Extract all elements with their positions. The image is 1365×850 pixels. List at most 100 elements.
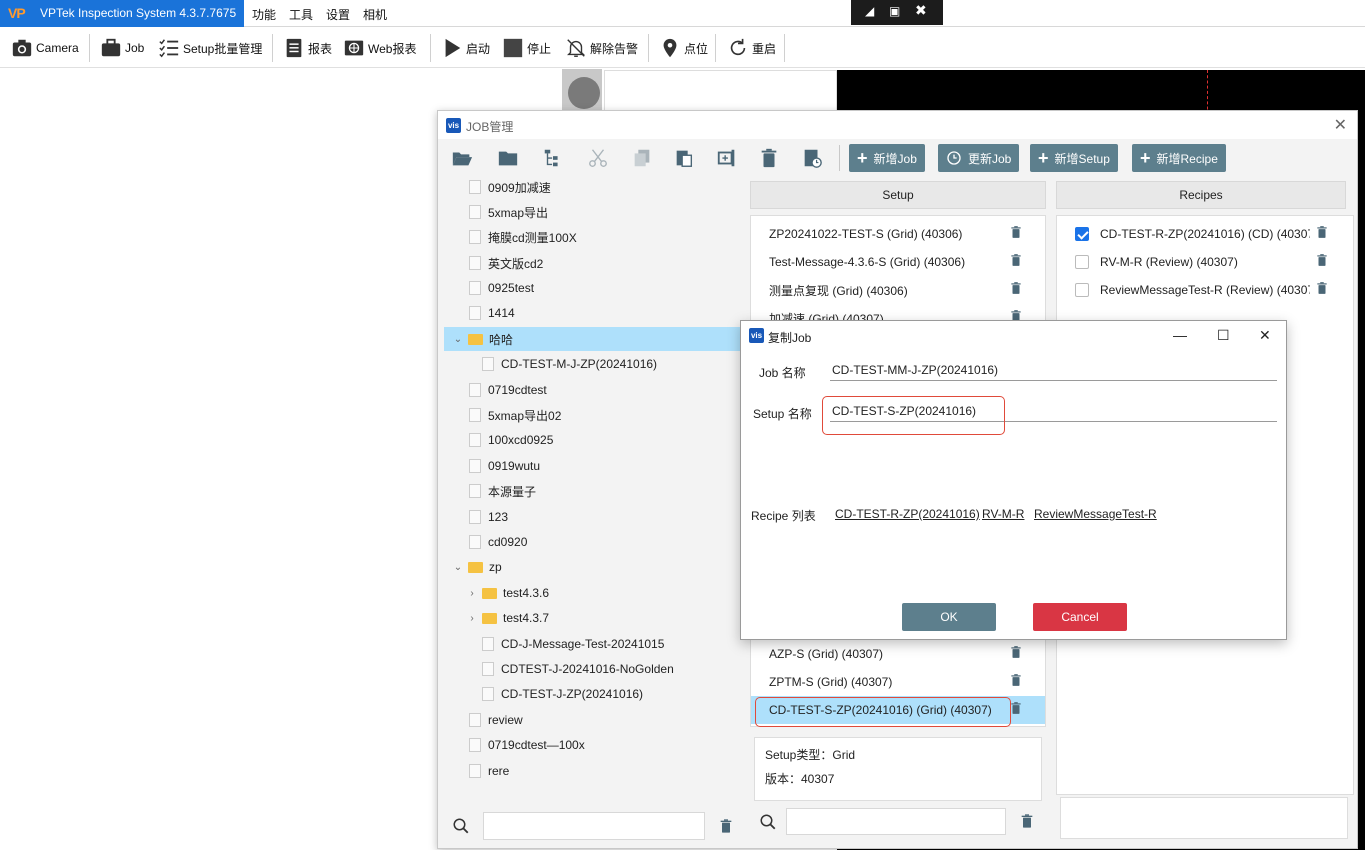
- list-item[interactable]: Test-Message-4.3.6-S (Grid) (40306): [751, 248, 1045, 276]
- tree-item[interactable]: rere: [444, 759, 740, 783]
- tree-folder[interactable]: ⌄ zp: [444, 555, 740, 579]
- tree-item[interactable]: CD-J-Message-Test-20241015: [444, 632, 740, 656]
- tree-item[interactable]: CD-TEST-M-J-ZP(20241016): [444, 352, 740, 376]
- update-job-button[interactable]: 更新Job: [938, 144, 1020, 172]
- tree-item[interactable]: 英文版cd2: [444, 251, 740, 275]
- close-icon[interactable]: ✖: [915, 2, 927, 19]
- pin-icon[interactable]: ◢: [865, 4, 874, 18]
- menu-function[interactable]: 功能: [252, 6, 276, 23]
- copy-icon[interactable]: [631, 147, 653, 169]
- trash-icon[interactable]: [1019, 812, 1035, 830]
- tree-icon[interactable]: [542, 147, 564, 169]
- tree-item[interactable]: cd0920: [444, 530, 740, 554]
- list-item[interactable]: AZP-S (Grid) (40307): [751, 640, 1045, 668]
- tree-item[interactable]: 0719cdtest—100x: [444, 733, 740, 757]
- list-item[interactable]: CD-TEST-R-ZP(20241016) (CD) (40307): [1057, 220, 1353, 248]
- close-icon[interactable]: ✕: [1334, 115, 1347, 135]
- tree-item[interactable]: review: [444, 708, 740, 732]
- recipe-link[interactable]: ReviewMessageTest-R: [1034, 507, 1157, 521]
- tree-item[interactable]: 5xmap导出: [444, 200, 740, 224]
- trash-icon[interactable]: [1009, 280, 1023, 296]
- camera-button[interactable]: Camera: [11, 34, 79, 62]
- search-icon[interactable]: [759, 813, 777, 831]
- tree-item[interactable]: 0925test: [444, 276, 740, 300]
- trash-icon[interactable]: [1315, 252, 1329, 268]
- menu-camera[interactable]: 相机: [363, 6, 387, 23]
- folder-icon[interactable]: [497, 147, 519, 169]
- trash-icon[interactable]: [1009, 700, 1023, 716]
- tree-item-label: test4.3.6: [503, 586, 550, 600]
- tree-item[interactable]: CDTEST-J-20241016-NoGolden: [444, 657, 740, 681]
- duplicate-icon[interactable]: [716, 147, 738, 169]
- menu-tools[interactable]: 工具: [289, 6, 313, 23]
- maximize-icon[interactable]: ☐: [1217, 327, 1230, 344]
- cut-icon[interactable]: [587, 147, 609, 169]
- menu-settings[interactable]: 设置: [326, 6, 350, 23]
- tree-search-input[interactable]: [483, 812, 705, 840]
- add-job-button[interactable]: + 新增Job: [849, 144, 925, 172]
- setup-search-input[interactable]: [786, 808, 1006, 835]
- chevron-right-icon[interactable]: ›: [466, 613, 478, 624]
- list-item[interactable]: ZP20241022-TEST-S (Grid) (40306): [751, 220, 1045, 248]
- tree-item[interactable]: 123: [444, 505, 740, 529]
- trash-icon[interactable]: [1009, 672, 1023, 688]
- restart-button[interactable]: 重启: [727, 34, 776, 62]
- trash-icon[interactable]: [1315, 280, 1329, 296]
- tree-folder[interactable]: ⌄ 哈哈: [444, 327, 740, 351]
- list-item[interactable]: RV-M-R (Review) (40307): [1057, 248, 1353, 276]
- tree-item-label: 0719cdtest—100x: [488, 738, 585, 752]
- history-icon[interactable]: [801, 147, 823, 169]
- search-icon[interactable]: [452, 817, 470, 835]
- open-folder-icon[interactable]: [451, 147, 473, 169]
- screen-icon[interactable]: ▣: [889, 4, 900, 18]
- toolbar-divider: [89, 34, 90, 62]
- chevron-down-icon[interactable]: ⌄: [452, 562, 464, 573]
- trash-icon[interactable]: [1009, 644, 1023, 660]
- clear-alarm-button[interactable]: 解除告警: [565, 34, 638, 62]
- paste-icon[interactable]: [673, 147, 695, 169]
- close-icon[interactable]: ✕: [1259, 327, 1271, 344]
- recipe-link[interactable]: CD-TEST-R-ZP(20241016): [835, 507, 980, 521]
- tree-item[interactable]: 100xcd0925: [444, 428, 740, 452]
- tree-item[interactable]: 0719cdtest: [444, 378, 740, 402]
- report-icon: [286, 38, 302, 58]
- trash-icon[interactable]: [1315, 224, 1329, 240]
- chevron-down-icon[interactable]: ⌄: [452, 334, 464, 345]
- job-name-input[interactable]: CD-TEST-MM-J-ZP(20241016): [830, 359, 1277, 381]
- setup-batch-button[interactable]: Setup批量管理: [158, 34, 262, 62]
- trash-icon[interactable]: [718, 817, 734, 835]
- cancel-button[interactable]: Cancel: [1033, 603, 1127, 631]
- stop-button[interactable]: 停止: [502, 34, 551, 62]
- add-recipe-button[interactable]: + 新增Recipe: [1132, 144, 1226, 172]
- window-titlebar[interactable]: vis JOB管理 ✕: [438, 111, 1357, 139]
- chevron-right-icon[interactable]: ›: [466, 588, 478, 599]
- start-button[interactable]: 启动: [441, 34, 490, 62]
- tree-item[interactable]: 0919wutu: [444, 454, 740, 478]
- recipe-checkbox[interactable]: [1075, 227, 1089, 241]
- tree-item[interactable]: 5xmap导出02: [444, 403, 740, 427]
- tree-item[interactable]: 本源量子: [444, 479, 740, 503]
- recipe-link[interactable]: RV-M-R: [982, 507, 1024, 521]
- trash-icon[interactable]: [1009, 224, 1023, 240]
- list-item[interactable]: 测量点复现 (Grid) (40306): [751, 276, 1045, 304]
- tree-item[interactable]: 掩膜cd测量100X: [444, 225, 740, 249]
- tree-folder[interactable]: › test4.3.7: [444, 606, 740, 630]
- recipe-checkbox[interactable]: [1075, 283, 1089, 297]
- job-button[interactable]: Job: [100, 34, 144, 62]
- list-item[interactable]: ReviewMessageTest-R (Review) (40307): [1057, 276, 1353, 304]
- trash-icon[interactable]: [1009, 252, 1023, 268]
- trash-icon[interactable]: [758, 147, 780, 169]
- add-setup-button[interactable]: + 新增Setup: [1030, 144, 1118, 172]
- minimize-icon[interactable]: —: [1173, 327, 1187, 343]
- list-item[interactable]: ZPTM-S (Grid) (40307): [751, 668, 1045, 696]
- web-report-button[interactable]: Web报表: [343, 34, 416, 62]
- file-icon: [469, 256, 481, 270]
- recipe-checkbox[interactable]: [1075, 255, 1089, 269]
- tree-item[interactable]: CD-TEST-J-ZP(20241016): [444, 682, 740, 706]
- ok-button[interactable]: OK: [902, 603, 996, 631]
- tree-item[interactable]: 0909加减速: [444, 175, 740, 199]
- tree-folder[interactable]: › test4.3.6: [444, 581, 740, 605]
- report-button[interactable]: 报表: [283, 34, 332, 62]
- tree-item[interactable]: 1414: [444, 301, 740, 325]
- points-button[interactable]: 点位: [659, 34, 708, 62]
